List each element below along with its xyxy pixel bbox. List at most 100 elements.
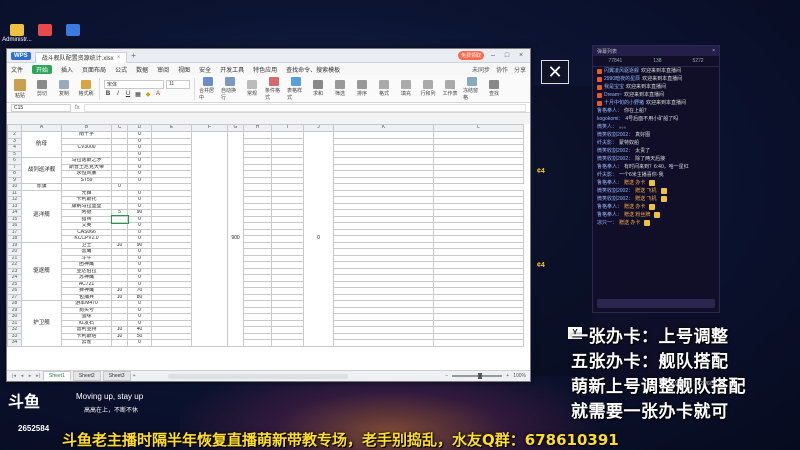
promo-badge[interactable]: 免费领取 — [457, 51, 484, 60]
desktop-icon-app[interactable] — [30, 24, 60, 37]
chat-nick[interactable]: Dream~ — [604, 92, 622, 98]
fx-icon[interactable]: fx — [75, 105, 80, 111]
menu-item-file[interactable]: 文件 — [11, 65, 23, 74]
chat-message[interactable]: 十月中旬的小野猪 欢迎来到本直播间 — [593, 99, 719, 107]
fill-button[interactable]: 填充 — [397, 80, 415, 97]
italic-button[interactable]: I — [114, 91, 122, 98]
chat-message[interactable]: 鲁格拳人： 有时间来到？6:40，哈一星红 — [593, 163, 719, 171]
format-button[interactable]: 格式 — [375, 80, 393, 97]
chat-nick[interactable]: 微笑人： — [597, 124, 617, 130]
sheet-grid[interactable]: A B C D E F G H I J K L 2 航母 南十字 0 900 0 3 0 4 CV… — [7, 124, 530, 372]
border-icon[interactable]: ▦ — [134, 91, 142, 98]
column-header[interactable]: C — [111, 124, 128, 132]
worksheet-button[interactable]: 工作表 — [441, 80, 459, 97]
sync-status[interactable]: 未同步 — [472, 65, 490, 74]
document-tab[interactable]: 战斗舰队配置资源统计.xlsx × — [34, 51, 128, 63]
collab-button[interactable]: 协作 — [496, 65, 508, 74]
formula-input[interactable] — [83, 103, 526, 112]
chat-nick[interactable]: 鲁格拳人： — [597, 164, 622, 170]
sheet-cell[interactable] — [333, 339, 434, 347]
chat-nick[interactable]: 鲁格拳人： — [597, 108, 622, 114]
menu-item-security[interactable]: 安全 — [199, 65, 211, 74]
column-header[interactable]: G — [227, 124, 244, 132]
new-tab-button[interactable]: + — [131, 51, 136, 60]
close-tab-icon[interactable]: × — [117, 55, 121, 61]
menu-item-view[interactable]: 视图 — [178, 65, 190, 74]
sheet-cell[interactable] — [433, 339, 524, 347]
sheet-tab-2[interactable]: Sheet2 — [72, 371, 101, 381]
table-style-button[interactable]: 表格样式 — [287, 76, 305, 101]
coin-icon[interactable]: ¢4 — [537, 168, 549, 178]
menu-item-layout[interactable]: 页面布局 — [82, 65, 106, 74]
merge-center-button[interactable]: 合并居中 — [199, 76, 217, 101]
menu-item-formula[interactable]: 公式 — [115, 65, 127, 74]
sheet-cell[interactable]: 航母 — [21, 131, 62, 158]
bold-button[interactable]: B — [104, 91, 112, 98]
zoom-in-icon[interactable]: + — [506, 373, 509, 379]
add-sheet-icon[interactable]: + — [133, 373, 136, 379]
tray-time[interactable]: 19:49 — [672, 381, 687, 387]
column-header[interactable]: D — [127, 124, 152, 132]
sheet-cell[interactable] — [191, 131, 228, 347]
corner-cell[interactable] — [7, 124, 22, 132]
minimize-icon[interactable]: – — [488, 52, 498, 59]
chat-message[interactable]: 鲁格拳人： 赠送 粉丝牌 — [593, 211, 719, 219]
row-col-button[interactable]: 行和列 — [419, 80, 437, 97]
horizontal-scrollbar[interactable] — [167, 373, 348, 379]
maximize-icon[interactable]: □ — [502, 52, 512, 59]
menu-item-data[interactable]: 数据 — [136, 65, 148, 74]
chat-message[interactable]: 凉只一： 赠送 办卡 — [593, 219, 719, 227]
filter-button[interactable]: 筛选 — [331, 80, 349, 97]
column-header[interactable]: H — [243, 124, 272, 132]
chat-nick[interactable]: 微笑收割2002： — [597, 156, 633, 162]
chat-message[interactable]: Dream~ 欢迎来到本直播间 — [593, 91, 719, 99]
close-window-icon[interactable]: × — [516, 52, 526, 59]
chat-close-icon[interactable]: × — [712, 48, 715, 54]
chat-nick[interactable]: 纤夫影： — [597, 140, 617, 146]
chat-message[interactable]: 微笑收割2002： 太贵了 — [593, 147, 719, 155]
chat-message[interactable]: 闪翼凌风驱逐舰 欢迎来到本直播间 — [593, 67, 719, 75]
sheet-cell[interactable] — [111, 339, 128, 347]
chat-nick[interactable]: 微笑收割2002： — [597, 132, 633, 138]
cut-button[interactable]: 剪切 — [33, 80, 51, 97]
menu-item-insert[interactable]: 插入 — [61, 65, 73, 74]
chat-nick[interactable]: 微笑收割2002： — [597, 148, 633, 154]
sheet-cell[interactable]: 0 — [127, 339, 152, 347]
chat-nick[interactable]: 鲁格拳人： — [597, 180, 622, 186]
menu-item-special[interactable]: 特色应用 — [253, 65, 277, 74]
chat-message[interactable]: 微笑人：。。。 — [593, 123, 719, 131]
font-name-select[interactable]: 宋体 — [104, 79, 164, 89]
sheet-cell[interactable]: 0 — [303, 131, 334, 347]
fill-color-icon[interactable]: ◆ — [144, 91, 152, 98]
menu-item-review[interactable]: 审阅 — [157, 65, 169, 74]
underline-button[interactable]: U — [124, 91, 132, 98]
coin-icon[interactable]: ¢4 — [537, 262, 549, 272]
chat-message[interactable]: 微笑收割2002： 赠送 飞机 — [593, 195, 719, 203]
chat-nick[interactable]: 鲁格拳人： — [597, 204, 622, 210]
column-header[interactable]: B — [61, 124, 112, 132]
conditional-format-button[interactable]: 条件格式 — [265, 76, 283, 101]
column-header[interactable]: L — [433, 124, 524, 132]
column-header[interactable]: E — [151, 124, 192, 132]
sheet-cell[interactable] — [271, 339, 304, 347]
sheet-tab-3[interactable]: Sheet3 — [102, 371, 131, 381]
desktop-icon-admin[interactable]: Administr... — [2, 24, 32, 43]
sheet-cell[interactable]: 巡洋舰 — [21, 189, 62, 243]
zoom-slider[interactable] — [452, 373, 503, 379]
format-painter-button[interactable]: 格式刷 — [77, 80, 95, 97]
chat-nick[interactable]: 我是宝宝 — [604, 84, 624, 90]
sum-button[interactable]: 求和 — [309, 80, 327, 97]
chat-message-list[interactable]: 闪翼凌风驱逐舰 欢迎来到本直播间 2990暗夜的星辰 欢迎来到本直播间 我是宝宝 欢迎来到… — [593, 67, 719, 227]
chat-message[interactable]: 微笑收割2002： 除了两天后接 — [593, 155, 719, 163]
chat-nick[interactable]: 十月中旬的小野猪 — [604, 100, 644, 106]
sheet-cell[interactable] — [243, 339, 272, 347]
sheet-cell[interactable] — [151, 339, 192, 347]
column-header[interactable]: K — [333, 124, 434, 132]
sheet-tab-1[interactable]: Sheet1 — [43, 371, 71, 381]
menu-item-developer[interactable]: 开发工具 — [220, 65, 244, 74]
sheet-cell[interactable]: 护卫舰 — [21, 300, 62, 347]
column-header[interactable]: A — [21, 124, 62, 132]
zoom-out-icon[interactable]: − — [445, 373, 448, 379]
chat-message[interactable]: 纤夫影： 蒙特奴船 — [593, 139, 719, 147]
sheet-cell[interactable]: 战列巡洋舰 — [21, 157, 62, 184]
